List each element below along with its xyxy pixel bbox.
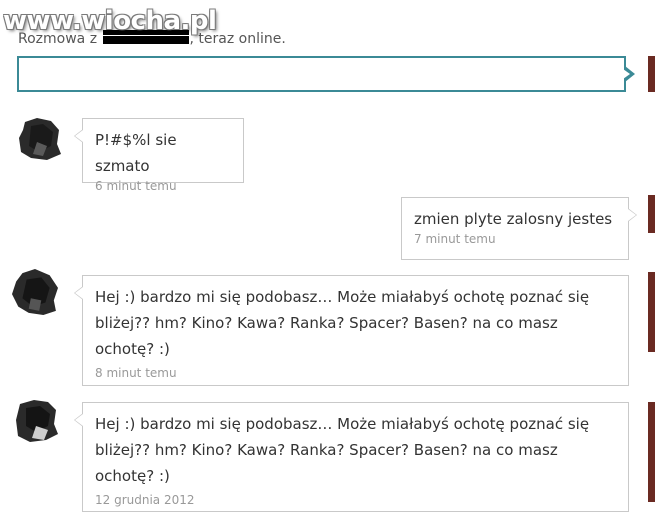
message-bubble: zmien plyte zalosny jestes 7 minut temu [401, 197, 637, 260]
bubble-tail [74, 413, 83, 427]
page-edge-decoration [648, 402, 655, 502]
message-bubble: Hej :) bardzo mi się podobasz… Może miał… [74, 275, 629, 386]
page-edge-decoration [648, 272, 655, 352]
reply-input[interactable] [17, 56, 626, 92]
message-bubble: P!#$%l sie szmato 6 minut temu [74, 118, 244, 193]
message-text: zmien plyte zalosny jestes [414, 210, 613, 228]
message-bubble: Hej :) bardzo mi się podobasz… Może miał… [74, 402, 629, 512]
avatar[interactable] [13, 398, 59, 442]
reply-input-tail [623, 66, 635, 82]
page-edge-decoration [648, 56, 655, 92]
avatar[interactable] [12, 268, 58, 316]
avatar[interactable] [17, 116, 61, 160]
message-text: Hej :) bardzo mi się podobasz… Może miał… [95, 288, 590, 358]
bubble-tail [74, 129, 83, 143]
site-watermark: www.wiocha.pl [3, 6, 217, 36]
message-text: Hej :) bardzo mi się podobasz… Może miał… [95, 415, 590, 485]
message-time: 12 grudnia 2012 [95, 493, 195, 507]
message-text: P!#$%l sie szmato [95, 131, 177, 175]
message-time: 6 minut temu [95, 179, 177, 193]
page-edge-decoration [648, 195, 655, 233]
bubble-tail [74, 286, 83, 300]
message-time: 8 minut temu [95, 366, 177, 380]
message-time: 7 minut temu [414, 232, 496, 246]
bubble-tail [628, 208, 637, 222]
